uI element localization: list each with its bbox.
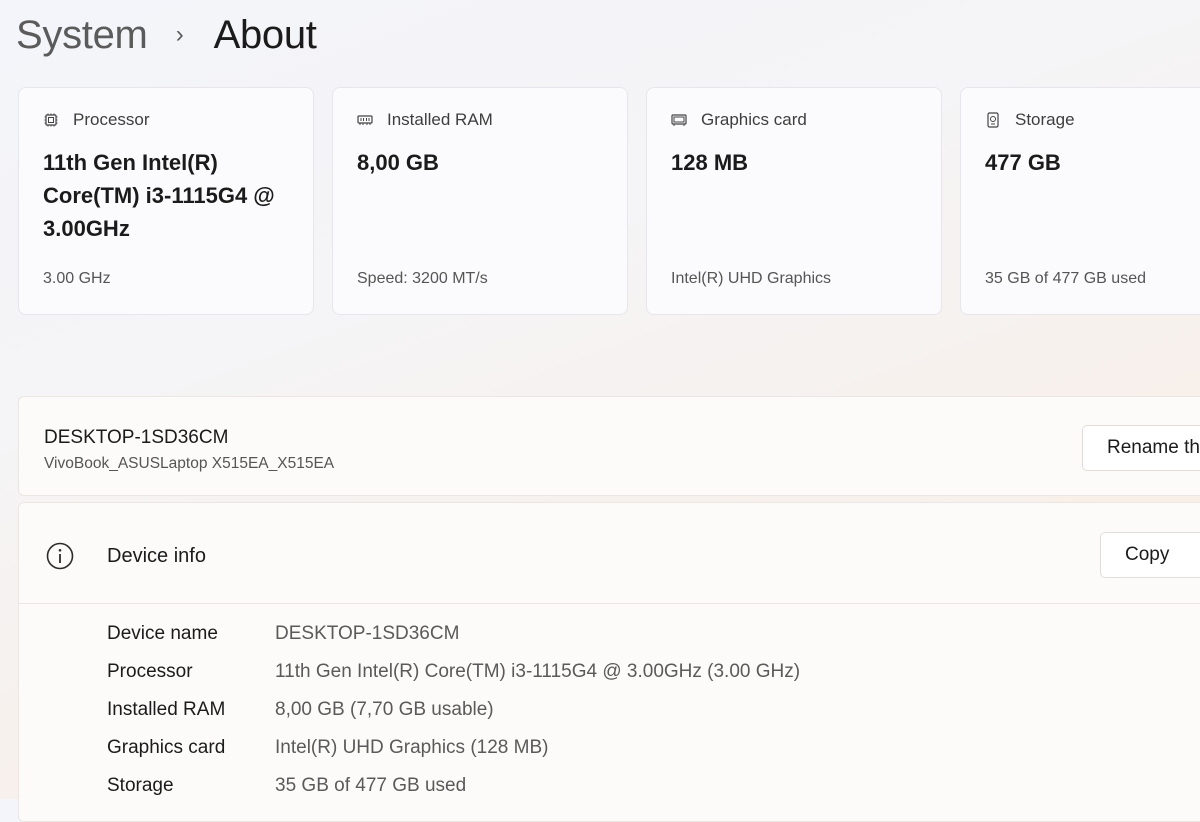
chevron-right-icon: › — [175, 21, 184, 48]
processor-card-label: Processor — [73, 110, 150, 129]
storage-card-sub: 35 GB of 477 GB used — [985, 270, 1146, 287]
spec-label: Graphics card — [107, 737, 226, 758]
ram-card-sub: Speed: 3200 MT/s — [357, 270, 488, 287]
device-name-panel: DESKTOP-1SD36CM VivoBook_ASUSLaptop X515… — [18, 396, 1200, 496]
spec-label: Processor — [107, 661, 193, 682]
spec-label: Device name — [107, 623, 218, 644]
spec-value: Intel(R) UHD Graphics (128 MB) — [275, 737, 549, 758]
spec-row-installed-ram: Installed RAM 8,00 GB (7,70 GB usable) — [107, 691, 494, 729]
info-icon — [45, 541, 75, 571]
device-info-title: Device info — [107, 545, 206, 567]
storage-icon — [985, 112, 1001, 128]
spec-row-device-name: Device name DESKTOP-1SD36CM — [107, 615, 459, 653]
spec-row-processor: Processor 11th Gen Intel(R) Core(TM) i3-… — [107, 653, 800, 691]
device-model: VivoBook_ASUSLaptop X515EA_X515EA — [44, 455, 335, 472]
spec-label: Storage — [107, 775, 174, 796]
spec-row-storage: Storage 35 GB of 477 GB used — [107, 767, 466, 805]
page-title: About — [213, 12, 317, 57]
graphics-card-icon — [671, 112, 687, 128]
ram-card: Installed RAM 8,00 GB Speed: 3200 MT/s — [332, 87, 628, 315]
spec-row-graphics-card: Graphics card Intel(R) UHD Graphics (128… — [107, 729, 548, 767]
device-info-header[interactable]: Device info Copy — [19, 503, 1200, 604]
spec-value: 35 GB of 477 GB used — [275, 775, 467, 796]
storage-card-label: Storage — [1015, 110, 1075, 129]
device-name: DESKTOP-1SD36CM — [44, 427, 229, 448]
breadcrumb: System › About — [16, 10, 317, 60]
storage-card: Storage 477 GB 35 GB of 477 GB used — [960, 87, 1200, 315]
processor-icon — [43, 112, 59, 128]
graphics-card: Graphics card 128 MB Intel(R) UHD Graphi… — [646, 87, 942, 315]
processor-card-value: 11th Gen Intel(R) Core(TM) i3-1115G4 @ 3… — [43, 150, 275, 241]
processor-card-sub: 3.00 GHz — [43, 270, 111, 287]
ram-card-label: Installed RAM — [387, 110, 493, 129]
spec-value: 8,00 GB (7,70 GB usable) — [275, 699, 494, 720]
spec-cards: Processor 11th Gen Intel(R) Core(TM) i3-… — [18, 87, 1200, 315]
breadcrumb-system-link[interactable]: System — [16, 13, 148, 58]
graphics-card-value: 128 MB — [671, 150, 749, 175]
device-info-panel: Device info Copy Device name DESKTOP-1SD… — [18, 502, 1200, 822]
spec-value: 11th Gen Intel(R) Core(TM) i3-1115G4 @ 3… — [275, 661, 801, 682]
graphics-card-label: Graphics card — [701, 110, 807, 129]
copy-button[interactable]: Copy — [1100, 532, 1200, 578]
rename-pc-button[interactable]: Rename this PC — [1082, 425, 1200, 471]
ram-icon — [357, 112, 373, 128]
storage-card-value: 477 GB — [985, 150, 1061, 175]
spec-label: Installed RAM — [107, 699, 226, 720]
processor-card: Processor 11th Gen Intel(R) Core(TM) i3-… — [18, 87, 314, 315]
ram-card-value: 8,00 GB — [357, 150, 439, 175]
spec-value: DESKTOP-1SD36CM — [275, 623, 460, 644]
graphics-card-sub: Intel(R) UHD Graphics — [671, 270, 832, 287]
